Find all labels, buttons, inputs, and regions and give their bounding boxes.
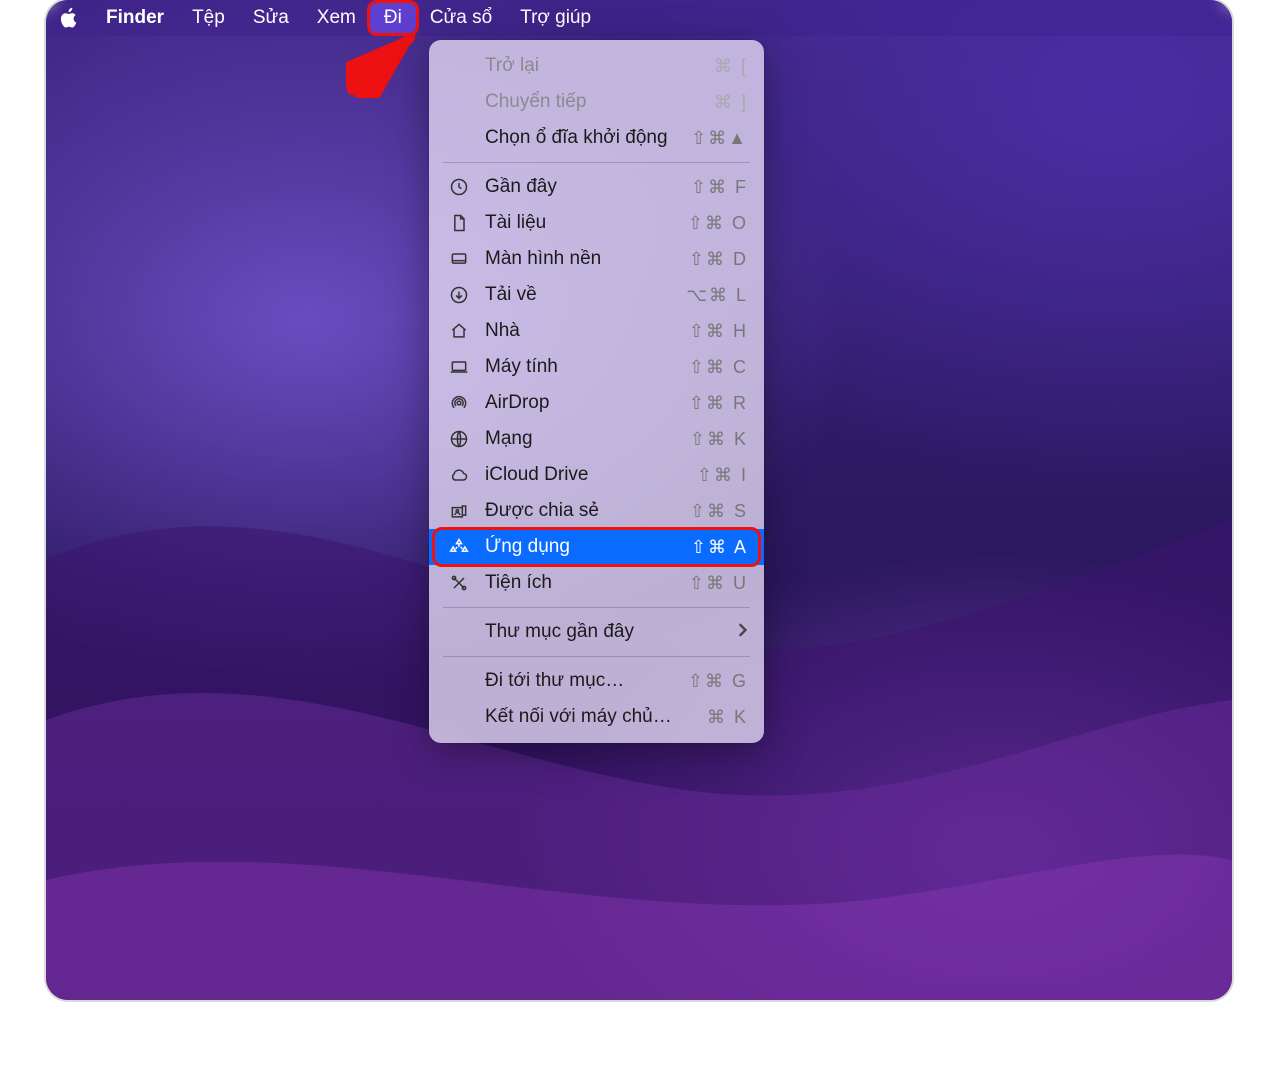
apps-icon xyxy=(447,537,471,557)
menu-item-shortcut: ⇧⌘ F xyxy=(691,177,748,198)
desktop-icon xyxy=(447,249,471,269)
menubar-item-help[interactable]: Trợ giúp xyxy=(506,3,605,33)
menu-item[interactable]: Máy tính⇧⌘ C xyxy=(429,349,764,385)
shared-icon xyxy=(447,501,471,521)
menu-item-label: Nhà xyxy=(485,320,689,342)
menu-item-label: Chuyển tiếp xyxy=(485,91,714,113)
menu-item-shortcut: ⇧⌘ C xyxy=(689,357,748,378)
menu-item-shortcut: ⌘ K xyxy=(707,707,748,728)
menu-item[interactable]: Tải về⌥⌘ L xyxy=(429,277,764,313)
menu-item-label: Màn hình nền xyxy=(485,248,689,270)
menu-item[interactable]: iCloud Drive⇧⌘ I xyxy=(429,457,764,493)
menu-item[interactable]: Ứng dụng⇧⌘ A xyxy=(429,529,764,565)
menu-item-label: Máy tính xyxy=(485,356,689,378)
menu-item-label: Được chia sẻ xyxy=(485,500,690,522)
clock-icon xyxy=(447,177,471,197)
tools-icon xyxy=(447,573,471,593)
menu-item-shortcut: ⇧⌘ S xyxy=(690,501,748,522)
menu-item-shortcut: ⇧⌘ A xyxy=(691,537,748,558)
menu-item-shortcut: ⇧⌘ D xyxy=(689,249,748,270)
chevron-right-icon xyxy=(736,621,748,643)
doc-icon xyxy=(447,213,471,233)
menu-item[interactable]: Được chia sẻ⇧⌘ S xyxy=(429,493,764,529)
menu-item-label: AirDrop xyxy=(485,392,689,414)
menubar-item-window[interactable]: Cửa sổ xyxy=(416,3,506,33)
menu-item-label: Chọn ổ đĩa khởi động xyxy=(485,127,691,149)
cloud-icon xyxy=(447,465,471,485)
menu-item-label: Thư mục gần đây xyxy=(485,621,736,643)
go-dropdown-menu: Trở lại⌘ [Chuyển tiếp⌘ ]Chọn ổ đĩa khởi … xyxy=(429,40,764,743)
menu-item: Chuyển tiếp⌘ ] xyxy=(429,84,764,120)
menu-item[interactable]: Đi tới thư mục…⇧⌘ G xyxy=(429,663,764,699)
menu-item-label: Kết nối với máy chủ… xyxy=(485,706,707,728)
globe-icon xyxy=(447,429,471,449)
menu-item-label: iCloud Drive xyxy=(485,464,697,486)
menubar-item-file[interactable]: Tệp xyxy=(178,3,239,33)
menu-item[interactable]: Mạng⇧⌘ K xyxy=(429,421,764,457)
menu-item: Trở lại⌘ [ xyxy=(429,48,764,84)
menu-item-label: Đi tới thư mục… xyxy=(485,670,688,692)
menu-item-shortcut: ⌘ [ xyxy=(714,56,748,77)
menu-separator xyxy=(443,607,750,608)
menu-item-shortcut: ⇧⌘ O xyxy=(688,213,748,234)
menu-separator xyxy=(443,162,750,163)
menu-item-shortcut: ⇧⌘▲ xyxy=(691,128,748,149)
menu-item-label: Tiện ích xyxy=(485,572,689,594)
menu-item-shortcut: ⌘ ] xyxy=(714,92,748,113)
menu-item[interactable]: Nhà⇧⌘ H xyxy=(429,313,764,349)
menu-item-shortcut: ⇧⌘ R xyxy=(689,393,748,414)
menu-item[interactable]: Màn hình nền⇧⌘ D xyxy=(429,241,764,277)
menubar-app-name[interactable]: Finder xyxy=(92,3,178,33)
menu-item-label: Ứng dụng xyxy=(485,536,691,558)
menubar-item-edit[interactable]: Sửa xyxy=(239,3,303,33)
menu-item-shortcut: ⇧⌘ G xyxy=(688,671,748,692)
menu-item-label: Tài liệu xyxy=(485,212,688,234)
menubar-item-go[interactable]: Đi xyxy=(370,3,416,33)
menubar-item-view[interactable]: Xem xyxy=(303,3,370,33)
computer-icon xyxy=(447,357,471,377)
menu-item-label: Gần đây xyxy=(485,176,691,198)
airdrop-icon xyxy=(447,393,471,413)
menu-item-label: Mạng xyxy=(485,428,690,450)
menu-item-shortcut: ⇧⌘ H xyxy=(689,321,748,342)
menu-item[interactable]: Tài liệu⇧⌘ O xyxy=(429,205,764,241)
menu-item[interactable]: Gần đây⇧⌘ F xyxy=(429,169,764,205)
menu-item[interactable]: Thư mục gần đây xyxy=(429,614,764,650)
menu-item-label: Tải về xyxy=(485,284,686,306)
menu-item[interactable]: Tiện ích⇧⌘ U xyxy=(429,565,764,601)
home-icon xyxy=(447,321,471,341)
menubar: Finder Tệp Sửa Xem Đi Cửa sổ Trợ giúp xyxy=(46,0,1232,36)
menu-separator xyxy=(443,656,750,657)
menu-item[interactable]: AirDrop⇧⌘ R xyxy=(429,385,764,421)
menu-item[interactable]: Kết nối với máy chủ…⌘ K xyxy=(429,699,764,735)
download-icon xyxy=(447,285,471,305)
menu-item[interactable]: Chọn ổ đĩa khởi động⇧⌘▲ xyxy=(429,120,764,156)
menu-item-label: Trở lại xyxy=(485,55,714,77)
screenshot-frame: Finder Tệp Sửa Xem Đi Cửa sổ Trợ giúp Tr… xyxy=(46,0,1232,1000)
menu-item-shortcut: ⇧⌘ U xyxy=(689,573,748,594)
menu-item-shortcut: ⇧⌘ I xyxy=(697,465,748,486)
menu-item-shortcut: ⇧⌘ K xyxy=(690,429,748,450)
menu-item-shortcut: ⌥⌘ L xyxy=(686,285,748,306)
apple-logo-icon[interactable] xyxy=(60,7,82,29)
